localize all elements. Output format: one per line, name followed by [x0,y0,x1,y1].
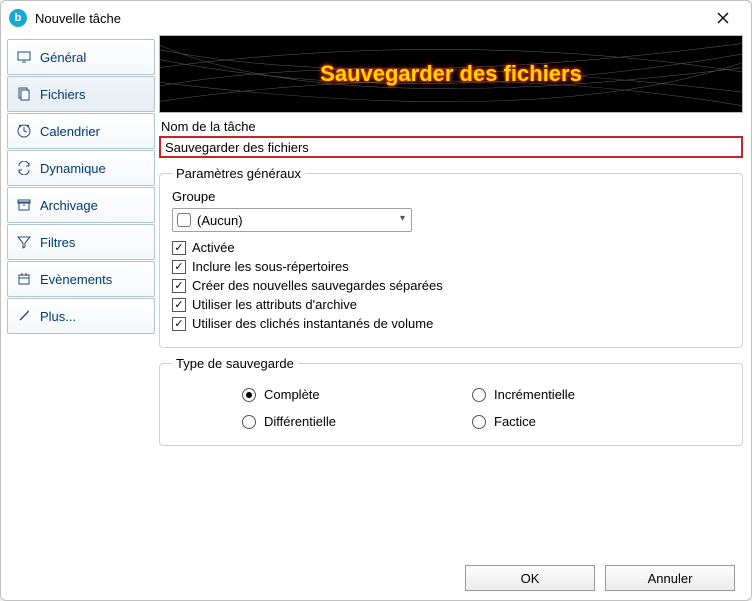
radio-icon [472,388,486,402]
titlebar: b Nouvelle tâche [1,1,751,35]
sidebar-item-calendrier[interactable]: Calendrier [7,113,155,149]
general-params-legend: Paramètres généraux [172,166,305,181]
group-swatch-icon [177,213,191,227]
radio-incremental[interactable]: Incrémentielle [472,387,672,402]
files-icon [16,86,32,102]
sidebar-item-dynamique[interactable]: Dynamique [7,150,155,186]
dialog-footer: OK Annuler [1,556,751,600]
checkbox-row-archive-attr[interactable]: ✓ Utiliser les attributs d'archive [172,297,730,312]
sidebar-item-evenements[interactable]: Evènements [7,261,155,297]
radio-complete[interactable]: Complète [242,387,442,402]
task-name-input[interactable] [159,136,743,158]
app-icon: b [9,9,27,27]
backup-type-legend: Type de sauvegarde [172,356,298,371]
checkbox-icon: ✓ [172,317,186,331]
sidebar: Général Fichiers Calendrier Dynamique Ar… [7,35,155,556]
radio-label: Complète [264,387,320,402]
sidebar-item-plus[interactable]: Plus... [7,298,155,334]
sidebar-item-label: Général [40,50,86,65]
sidebar-item-label: Calendrier [40,124,100,139]
checkbox-label: Activée [192,240,235,255]
window-title: Nouvelle tâche [35,11,703,26]
banner-title: Sauvegarder des fichiers [320,61,582,87]
checkbox-row-subdirs[interactable]: ✓ Inclure les sous-répertoires [172,259,730,274]
cancel-label: Annuler [648,571,693,586]
chevron-down-icon: ▾ [400,213,405,224]
sidebar-item-label: Archivage [40,198,98,213]
group-value: (Aucun) [197,213,243,228]
checkbox-icon: ✓ [172,279,186,293]
checkbox-icon: ✓ [172,298,186,312]
sidebar-item-label: Fichiers [40,87,86,102]
checkbox-row-separate[interactable]: ✓ Créer des nouvelles sauvegardes séparé… [172,278,730,293]
radio-differential[interactable]: Différentielle [242,414,442,429]
checkbox-row-activee[interactable]: ✓ Activée [172,240,730,255]
sidebar-item-label: Evènements [40,272,112,287]
cancel-button[interactable]: Annuler [605,565,735,591]
task-name-label: Nom de la tâche [161,119,743,134]
funnel-icon [16,234,32,250]
banner: Sauvegarder des fichiers [159,35,743,113]
checkbox-row-vss[interactable]: ✓ Utiliser des clichés instantanés de vo… [172,316,730,331]
checkbox-icon: ✓ [172,241,186,255]
group-combobox[interactable]: (Aucun) ▾ [172,208,412,232]
checkbox-label: Utiliser des clichés instantanés de volu… [192,316,433,331]
sidebar-item-archivage[interactable]: Archivage [7,187,155,223]
wand-icon [16,308,32,324]
radio-dummy[interactable]: Factice [472,414,672,429]
monitor-icon [16,49,32,65]
sidebar-item-label: Filtres [40,235,75,250]
calendar-icon [16,271,32,287]
radio-label: Factice [494,414,536,429]
loop-icon [16,160,32,176]
clock-icon [16,123,32,139]
sidebar-item-general[interactable]: Général [7,39,155,75]
checkbox-label: Utiliser les attributs d'archive [192,297,357,312]
sidebar-item-filtres[interactable]: Filtres [7,224,155,260]
sidebar-item-label: Dynamique [40,161,106,176]
main-panel: Sauvegarder des fichiers Nom de la tâche… [159,35,743,556]
dialog-window: b Nouvelle tâche Général Fichiers Calend… [0,0,752,601]
checkbox-label: Créer des nouvelles sauvegardes séparées [192,278,443,293]
group-label: Groupe [172,189,730,204]
radio-icon [242,415,256,429]
radio-icon [472,415,486,429]
sidebar-item-fichiers[interactable]: Fichiers [7,76,155,112]
general-params-group: Paramètres généraux Groupe (Aucun) ▾ ✓ A… [159,166,743,348]
ok-button[interactable]: OK [465,565,595,591]
close-button[interactable] [703,4,743,32]
close-icon [717,12,729,24]
radio-label: Différentielle [264,414,336,429]
box-icon [16,197,32,213]
radio-icon [242,388,256,402]
backup-type-group: Type de sauvegarde Complète Incrémentiel… [159,356,743,446]
ok-label: OK [521,571,540,586]
radio-label: Incrémentielle [494,387,575,402]
checkbox-icon: ✓ [172,260,186,274]
sidebar-item-label: Plus... [40,309,76,324]
checkbox-label: Inclure les sous-répertoires [192,259,349,274]
